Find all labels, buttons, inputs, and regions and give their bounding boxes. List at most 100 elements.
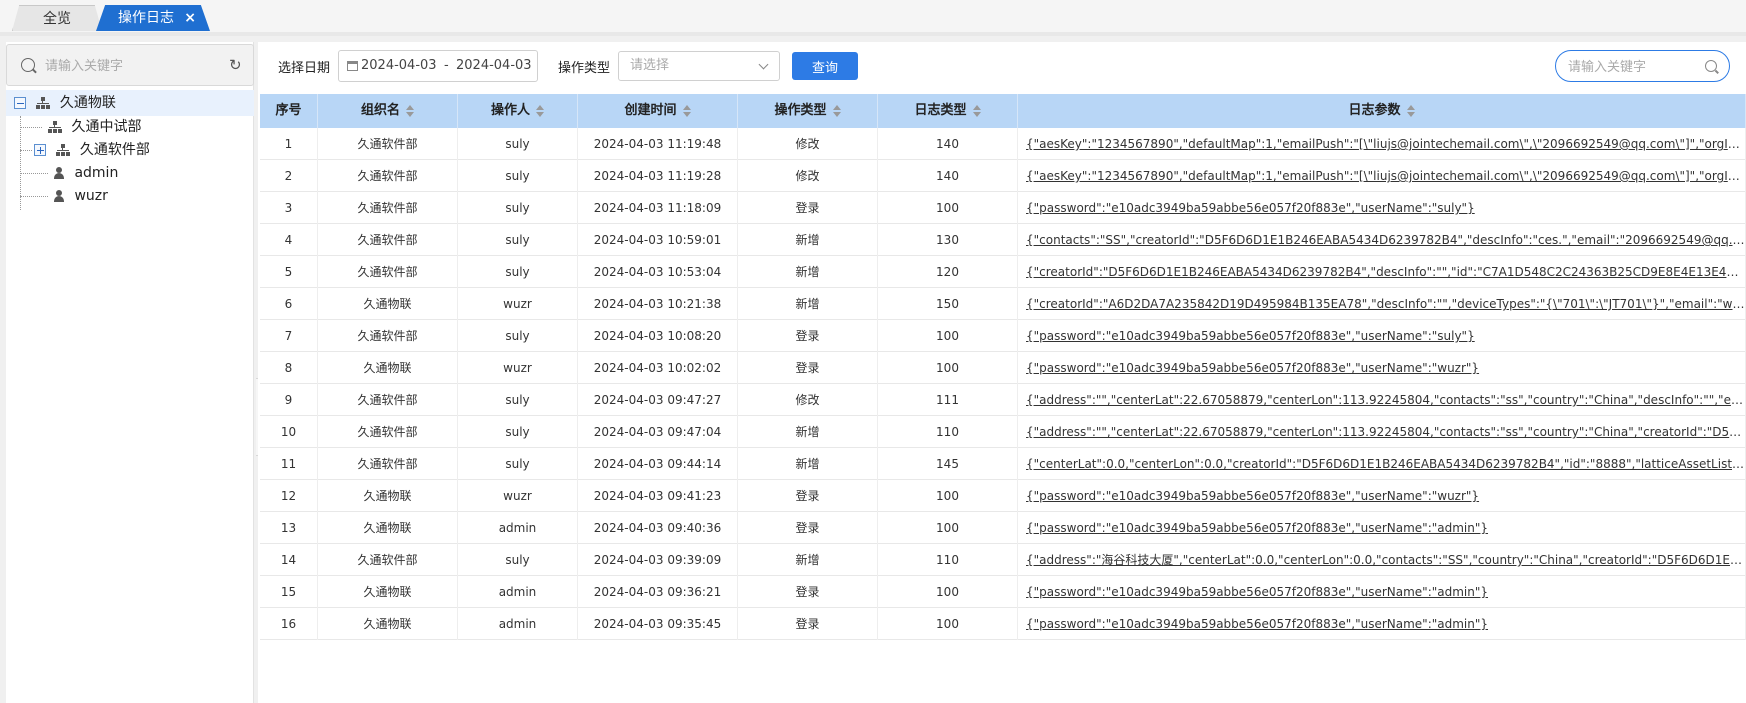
table-row[interactable]: 9 久通软件部 suly 2024-04-03 09:47:27 修改 111 {"addr…	[260, 384, 1746, 416]
cell-index: 1	[260, 128, 318, 160]
cell-log-params[interactable]: {"centerLat":0.0,"centerLon":0.0,"creato…	[1018, 448, 1746, 480]
header-operation-type[interactable]: 操作类型	[738, 94, 878, 128]
cell-operation-type: 修改	[738, 384, 878, 416]
table-row[interactable]: 5 久通软件部 suly 2024-04-03 10:53:04 新增 120 {"crea…	[260, 256, 1746, 288]
refresh-icon[interactable]: ↻	[229, 57, 245, 73]
cell-operation-type: 新增	[738, 448, 878, 480]
cell-operation-type: 登录	[738, 320, 878, 352]
cell-operator: suly	[458, 416, 578, 448]
header-log-type[interactable]: 日志类型	[878, 94, 1018, 128]
close-icon[interactable]: ×	[184, 5, 196, 31]
sort-icon[interactable]	[536, 104, 544, 117]
table-row[interactable]: 10 久通软件部 suly 2024-04-03 09:47:04 新增 110 {"add…	[260, 416, 1746, 448]
cell-operation-type: 登录	[738, 608, 878, 640]
cell-log-type: 100	[878, 576, 1018, 608]
cell-log-params[interactable]: {"aesKey":"1234567890","defaultMap":1,"e…	[1018, 160, 1746, 192]
cell-org: 久通软件部	[318, 416, 458, 448]
tab-operation-log[interactable]: 操作日志 ×	[96, 5, 210, 31]
table-row[interactable]: 2 久通软件部 suly 2024-04-03 11:19:28 修改 140 {"aesK…	[260, 160, 1746, 192]
cell-log-params[interactable]: {"address":"海谷科技大厦","centerLat":0.0,"cen…	[1018, 544, 1746, 576]
tree-node-label: admin	[74, 165, 119, 181]
date-range-picker[interactable]: 2024-04-03 - 2024-04-03	[338, 50, 538, 82]
collapse-icon[interactable]	[14, 97, 26, 109]
calendar-icon	[347, 61, 358, 71]
cell-index: 16	[260, 608, 318, 640]
tab-overview[interactable]: 全览	[12, 5, 102, 31]
cell-log-type: 100	[878, 480, 1018, 512]
cell-operation-type: 新增	[738, 224, 878, 256]
sort-icon[interactable]	[832, 104, 841, 117]
header-org[interactable]: 组织名	[318, 94, 458, 128]
table-row[interactable]: 13 久通物联 admin 2024-04-03 09:40:36 登录 100 {"pas…	[260, 512, 1746, 544]
cell-operator: admin	[458, 576, 578, 608]
sort-icon[interactable]	[406, 104, 414, 117]
tree-node-child[interactable]: 久通中试部	[6, 116, 254, 139]
cell-log-type: 100	[878, 608, 1018, 640]
cell-log-params[interactable]: {"aesKey":"1234567890","defaultMap":1,"e…	[1018, 128, 1746, 160]
table-row[interactable]: 14 久通软件部 suly 2024-04-03 09:39:09 新增 110 {"add…	[260, 544, 1746, 576]
cell-log-params[interactable]: {"password":"e10adc3949ba59abbe56e057f20…	[1018, 192, 1746, 224]
cell-log-type: 110	[878, 416, 1018, 448]
table-row[interactable]: 11 久通软件部 suly 2024-04-03 09:44:14 新增 145 {"cen…	[260, 448, 1746, 480]
cell-log-params[interactable]: {"contacts":"SS","creatorId":"D5F6D6D1E1…	[1018, 224, 1746, 256]
user-icon	[54, 190, 64, 202]
cell-log-params[interactable]: {"address":"","centerLat":22.67058879,"c…	[1018, 416, 1746, 448]
cell-org: 久通软件部	[318, 256, 458, 288]
date-end: 2024-04-03	[456, 58, 532, 73]
cell-log-type: 120	[878, 256, 1018, 288]
cell-index: 3	[260, 192, 318, 224]
header-operator[interactable]: 操作人	[458, 94, 578, 128]
table-row[interactable]: 8 久通物联 wuzr 2024-04-03 10:02:02 登录 100 {"passw…	[260, 352, 1746, 384]
expand-icon[interactable]	[34, 144, 46, 156]
tree-node-root[interactable]: 久通物联	[6, 90, 254, 116]
select-placeholder: 请选择	[630, 58, 670, 73]
sidebar-search-input[interactable]	[45, 55, 225, 77]
table-row[interactable]: 4 久通软件部 suly 2024-04-03 10:59:01 新增 130 {"cont…	[260, 224, 1746, 256]
tree-node-user[interactable]: admin	[6, 162, 254, 185]
cell-created-time: 2024-04-03 11:19:28	[578, 160, 738, 192]
cell-index: 15	[260, 576, 318, 608]
table-row[interactable]: 15 久通物联 admin 2024-04-03 09:36:21 登录 100 {"pas…	[260, 576, 1746, 608]
cell-log-params[interactable]: {"password":"e10adc3949ba59abbe56e057f20…	[1018, 512, 1746, 544]
cell-log-params[interactable]: {"address":"","centerLat":22.67058879,"c…	[1018, 384, 1746, 416]
cell-log-type: 150	[878, 288, 1018, 320]
table-row[interactable]: 12 久通物联 wuzr 2024-04-03 09:41:23 登录 100 {"pass…	[260, 480, 1746, 512]
cell-org: 久通物联	[318, 512, 458, 544]
header-created-time[interactable]: 创建时间	[578, 94, 738, 128]
table-row[interactable]: 1 久通软件部 suly 2024-04-03 11:19:48 修改 140 {"aesK…	[260, 128, 1746, 160]
sort-icon[interactable]	[972, 104, 981, 117]
date-label: 选择日期	[278, 61, 331, 76]
table-row[interactable]: 7 久通软件部 suly 2024-04-03 10:08:20 登录 100 {"pass…	[260, 320, 1746, 352]
date-start: 2024-04-03	[361, 58, 437, 73]
cell-operation-type: 新增	[738, 416, 878, 448]
sort-icon[interactable]	[682, 104, 691, 117]
cell-log-type: 111	[878, 384, 1018, 416]
cell-operator: suly	[458, 448, 578, 480]
table-row[interactable]: 6 久通物联 wuzr 2024-04-03 10:21:38 新增 150 {"creat…	[260, 288, 1746, 320]
tree-node-user[interactable]: wuzr	[6, 185, 254, 208]
cell-operation-type: 登录	[738, 192, 878, 224]
cell-log-params[interactable]: {"creatorId":"A6D2DA7A235842D19D495984B1…	[1018, 288, 1746, 320]
operation-type-select[interactable]: 请选择	[618, 51, 780, 81]
cell-log-params[interactable]: {"creatorId":"D5F6D6D1E1B246EABA5434D623…	[1018, 256, 1746, 288]
table-row[interactable]: 16 久通物联 admin 2024-04-03 09:35:45 登录 100 {"pas…	[260, 608, 1746, 640]
cell-log-params[interactable]: {"password":"e10adc3949ba59abbe56e057f20…	[1018, 576, 1746, 608]
cell-created-time: 2024-04-03 09:36:21	[578, 576, 738, 608]
cell-log-params[interactable]: {"password":"e10adc3949ba59abbe56e057f20…	[1018, 320, 1746, 352]
tree-node-child[interactable]: 久通软件部	[6, 139, 254, 162]
search-icon[interactable]	[1705, 60, 1717, 72]
query-button[interactable]: 查询	[792, 52, 858, 80]
cell-org: 久通物联	[318, 352, 458, 384]
cell-log-type: 100	[878, 320, 1018, 352]
cell-operator: suly	[458, 192, 578, 224]
cell-log-params[interactable]: {"password":"e10adc3949ba59abbe56e057f20…	[1018, 480, 1746, 512]
cell-log-params[interactable]: {"password":"e10adc3949ba59abbe56e057f20…	[1018, 352, 1746, 384]
header-log-params[interactable]: 日志参数	[1018, 94, 1746, 128]
org-tree: 久通物联 久通中试部 久通软件部 admin wuzr	[6, 90, 254, 210]
tab-operation-log-label: 操作日志	[118, 10, 174, 26]
table-header: 序号 组织名 操作人 创建时间 操作类型 日志类型 日志参数	[260, 94, 1746, 128]
table-row[interactable]: 3 久通软件部 suly 2024-04-03 11:18:09 登录 100 {"pass…	[260, 192, 1746, 224]
cell-log-params[interactable]: {"password":"e10adc3949ba59abbe56e057f20…	[1018, 608, 1746, 640]
sort-icon[interactable]	[1406, 104, 1415, 117]
keyword-search-input[interactable]	[1568, 57, 1698, 77]
